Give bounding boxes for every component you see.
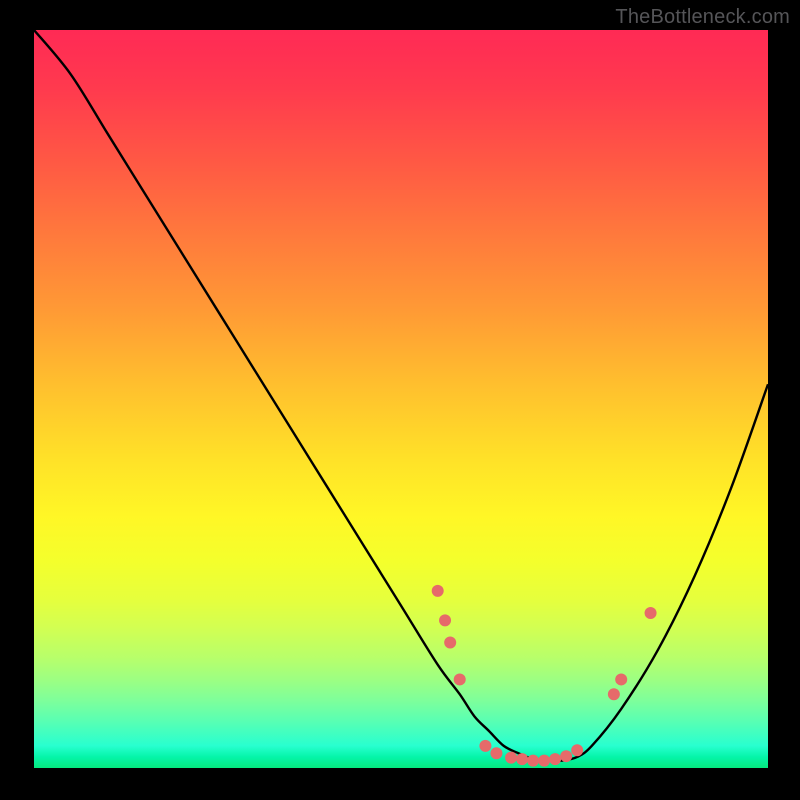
data-point — [560, 750, 572, 762]
data-point — [527, 755, 539, 767]
data-point — [479, 740, 491, 752]
data-point — [490, 747, 502, 759]
data-point — [549, 753, 561, 765]
data-point — [439, 614, 451, 626]
chart-container: TheBottleneck.com — [0, 0, 800, 800]
bottleneck-curve — [34, 30, 768, 761]
data-point — [538, 755, 550, 767]
data-point — [615, 673, 627, 685]
data-point — [608, 688, 620, 700]
data-point — [505, 752, 517, 764]
plot-area — [34, 30, 768, 768]
data-point — [516, 753, 528, 765]
data-point — [645, 607, 657, 619]
data-points — [432, 585, 657, 767]
curve-layer — [34, 30, 768, 768]
data-point — [454, 673, 466, 685]
attribution-text: TheBottleneck.com — [615, 6, 790, 29]
data-point — [571, 744, 583, 756]
data-point — [432, 585, 444, 597]
data-point — [444, 637, 456, 649]
